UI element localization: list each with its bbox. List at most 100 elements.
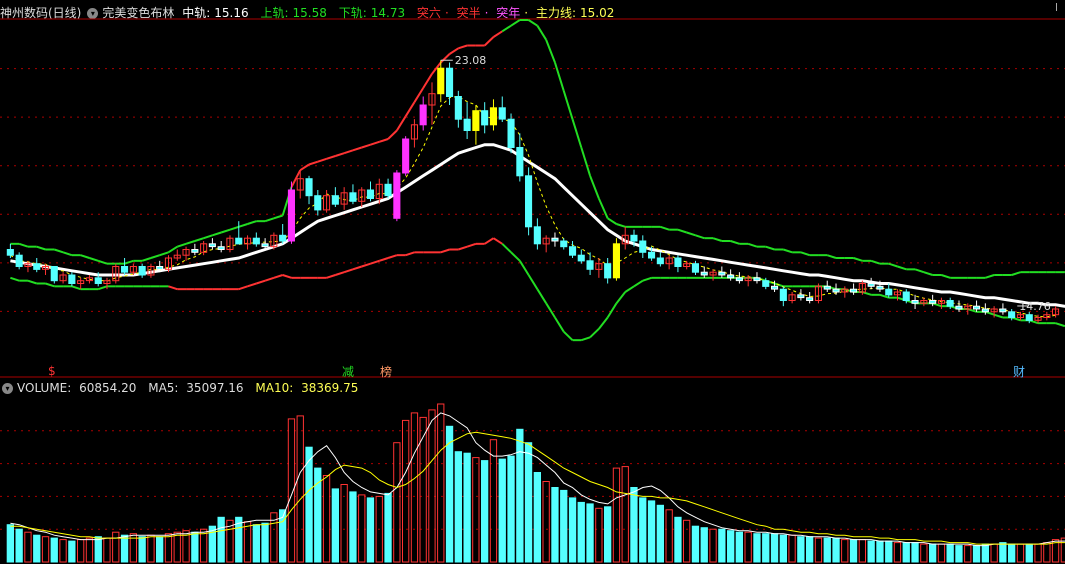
candle-body	[630, 234, 638, 242]
volume-bar	[814, 537, 823, 563]
boll-upper-line	[440, 53, 451, 64]
candle-body	[902, 291, 910, 301]
boll-upper-line	[554, 62, 565, 92]
volume-bar	[946, 543, 954, 563]
boll-lower-line	[633, 279, 644, 288]
candle-body	[235, 237, 243, 245]
boll-upper-line	[589, 175, 600, 199]
volume-bar	[744, 531, 752, 563]
boll-upper-line	[483, 36, 495, 47]
boll-upper-line	[660, 225, 670, 231]
candle-body	[472, 110, 480, 131]
candle-body	[261, 243, 269, 248]
volume-bar	[929, 543, 937, 563]
volume-bar	[15, 528, 23, 563]
boll-upper-line	[545, 39, 556, 63]
volume-bar	[173, 531, 181, 563]
candle-body	[700, 271, 708, 276]
volume-bar	[516, 428, 524, 563]
boll-upper-line	[89, 257, 99, 262]
boll-lower-line	[405, 251, 415, 257]
boll-upper-line	[54, 248, 64, 254]
boll-upper-line	[335, 152, 345, 157]
volume-bar	[612, 467, 621, 563]
boll-upper-line	[616, 223, 626, 228]
candle-body	[287, 189, 295, 242]
boll-upper-line	[229, 225, 240, 231]
boll-upper-line	[18, 242, 29, 248]
volume-bar	[577, 501, 585, 563]
candle-body	[156, 266, 164, 270]
boll-upper-line	[159, 251, 169, 257]
candle-body	[955, 305, 963, 310]
boll-upper-line	[449, 47, 459, 55]
candle-body	[402, 138, 410, 174]
boll-upper-line	[888, 262, 898, 268]
boll-upper-line	[422, 73, 433, 89]
boll-upper-line	[528, 19, 538, 27]
volume-bar	[849, 539, 858, 563]
candle-body	[551, 237, 559, 242]
volume-bar	[972, 545, 981, 563]
volume-bar	[393, 442, 401, 563]
boll-lower-line	[10, 276, 20, 282]
boll-upper-line	[853, 257, 863, 262]
volume-bar	[524, 442, 533, 563]
boll-upper-line	[62, 251, 73, 257]
candle-body	[533, 226, 541, 245]
candle-body	[33, 263, 41, 270]
volume-bar	[1025, 543, 1033, 563]
volume-bar	[911, 542, 919, 563]
boll-lower-line	[545, 302, 556, 319]
candle-body	[1025, 314, 1033, 321]
volume-bar	[120, 534, 129, 563]
candle-body	[797, 294, 805, 299]
candle-body	[1008, 311, 1016, 318]
candle-body	[586, 260, 594, 270]
boll-upper-line	[985, 274, 995, 279]
boll-upper-line	[730, 240, 740, 245]
boll-upper-line	[326, 155, 336, 160]
candle-body	[498, 107, 506, 120]
boll-upper-line	[501, 24, 512, 33]
volume-bar	[41, 536, 50, 563]
candle-body	[735, 277, 743, 282]
candle-body	[507, 118, 515, 148]
volume-bar	[507, 455, 515, 563]
boll-upper-line	[1011, 271, 1021, 276]
volume-bar	[164, 533, 173, 563]
candle-body	[217, 246, 225, 250]
volume-bar	[147, 534, 155, 563]
volume-bar	[24, 531, 32, 563]
boll-upper-line	[870, 259, 881, 265]
boll-upper-line	[492, 30, 503, 38]
boll-lower-line	[326, 274, 336, 279]
boll-upper-line	[510, 19, 521, 27]
boll-upper-line	[826, 254, 837, 259]
candle-body	[463, 118, 471, 131]
volume-bar	[489, 439, 498, 563]
chart-canvas[interactable]: 23.08 14.76	[0, 0, 1065, 564]
volume-bar	[639, 497, 647, 563]
boll-upper-line	[194, 237, 204, 242]
volume-bar	[691, 525, 700, 563]
volume-bar	[1060, 537, 1065, 563]
volume-bar	[77, 539, 85, 563]
volume-bar	[630, 487, 638, 563]
volume-bar	[718, 528, 726, 563]
candle-body	[674, 257, 682, 267]
marker-cai: 财	[1013, 365, 1026, 379]
volume-bar	[349, 491, 357, 563]
volume-bar	[498, 458, 506, 563]
candle-body	[419, 104, 427, 126]
boll-lower-line	[581, 336, 591, 342]
candle-body	[393, 172, 401, 219]
volume-bar	[243, 521, 252, 563]
candle-body	[569, 246, 577, 256]
candle-body	[753, 277, 761, 282]
volume-bar	[252, 524, 260, 563]
boll-lower-line	[510, 251, 521, 262]
candle-body	[489, 107, 497, 126]
boll-lower-line	[370, 259, 380, 265]
boll-upper-line	[712, 237, 723, 242]
